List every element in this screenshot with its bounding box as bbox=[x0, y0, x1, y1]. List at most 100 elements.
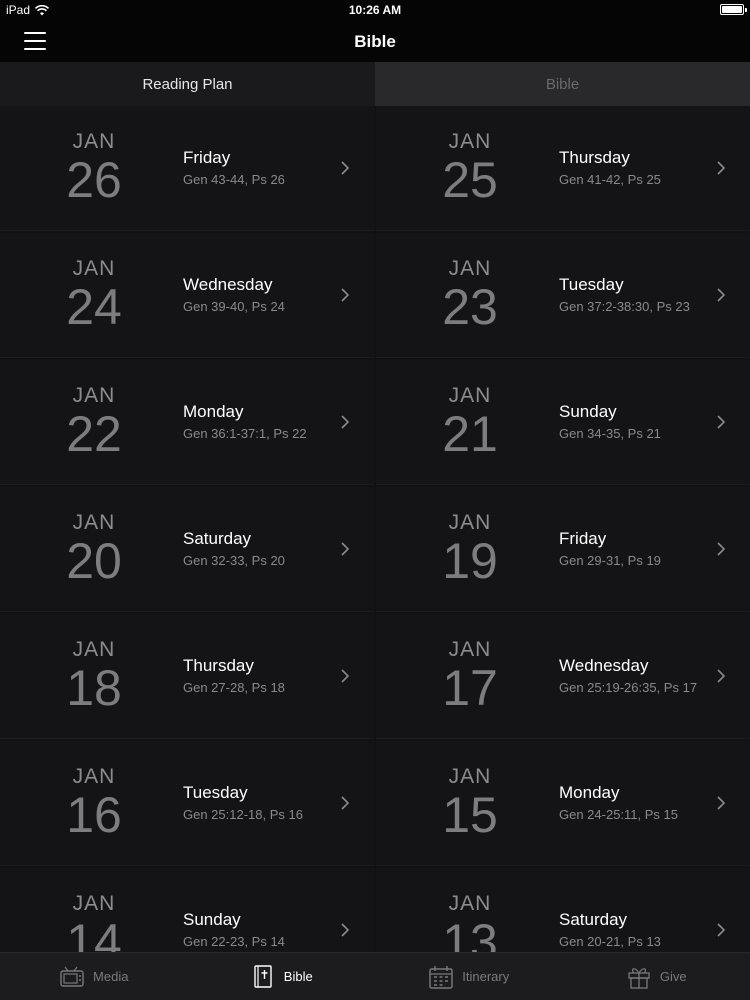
reading-passages: Gen 36:1-37:1, Ps 22 bbox=[183, 426, 307, 441]
reading-date: JAN 24 bbox=[44, 257, 144, 335]
tab-bible-nav[interactable]: Bible bbox=[188, 953, 376, 1000]
tab-bible-label: Bible bbox=[283, 969, 313, 984]
reading-day: 17 bbox=[442, 660, 498, 716]
reading-day: 20 bbox=[66, 533, 122, 589]
chevron-right-icon bbox=[714, 796, 728, 810]
chevron-right-icon bbox=[714, 161, 728, 175]
chevron-right-icon bbox=[338, 288, 352, 302]
chevron-right-icon bbox=[714, 669, 728, 683]
reading-plan-list: JAN 26 Friday Gen 43-44, Ps 26 JAN 25 Thursday… bbox=[0, 106, 750, 952]
page-title: Bible bbox=[354, 32, 396, 51]
reading-info: Monday Gen 36:1-37:1, Ps 22 bbox=[183, 360, 333, 484]
reading-day: 24 bbox=[66, 279, 122, 335]
navigation-bar: Bible bbox=[0, 20, 750, 62]
tab-give[interactable]: Give bbox=[563, 953, 750, 1000]
reading-weekday: Thursday bbox=[559, 148, 630, 167]
tab-bible[interactable]: Bible bbox=[375, 62, 750, 106]
reading-passages: Gen 29-31, Ps 19 bbox=[559, 553, 661, 568]
reading-weekday: Monday bbox=[559, 783, 620, 802]
reading-month: JAN bbox=[448, 638, 492, 661]
reading-weekday: Saturday bbox=[183, 529, 252, 548]
reading-cell[interactable]: JAN 20 Saturday Gen 32-33, Ps 20 bbox=[0, 487, 374, 612]
reading-date: JAN 20 bbox=[44, 511, 144, 589]
reading-passages: Gen 27-28, Ps 18 bbox=[183, 680, 285, 695]
reading-passages: Gen 25:19-26:35, Ps 17 bbox=[559, 680, 698, 695]
reading-date: JAN 16 bbox=[44, 765, 144, 843]
reading-passages: Gen 39-40, Ps 24 bbox=[183, 299, 285, 314]
reading-info: Friday Gen 29-31, Ps 19 bbox=[559, 487, 709, 611]
reading-cell[interactable]: JAN 21 Sunday Gen 34-35, Ps 21 bbox=[376, 360, 750, 485]
reading-info: Wednesday Gen 25:19-26:35, Ps 17 bbox=[559, 614, 709, 738]
reading-cell[interactable]: JAN 22 Monday Gen 36:1-37:1, Ps 22 bbox=[0, 360, 374, 485]
reading-weekday: Wednesday bbox=[183, 275, 273, 294]
reading-month: JAN bbox=[448, 511, 492, 534]
reading-cell[interactable]: JAN 14 Sunday Gen 22-23, Ps 14 bbox=[0, 868, 374, 952]
reading-cell[interactable]: JAN 25 Thursday Gen 41-42, Ps 25 bbox=[376, 106, 750, 231]
reading-month: JAN bbox=[448, 130, 492, 153]
reading-date: JAN 17 bbox=[420, 638, 520, 716]
chevron-right-icon bbox=[714, 415, 728, 429]
reading-month: JAN bbox=[72, 765, 116, 788]
reading-passages: Gen 37:2-38:30, Ps 23 bbox=[559, 299, 690, 314]
reading-passages: Gen 22-23, Ps 14 bbox=[183, 934, 285, 949]
reading-cell[interactable]: JAN 13 Saturday Gen 20-21, Ps 13 bbox=[376, 868, 750, 952]
reading-day: 16 bbox=[66, 787, 122, 843]
reading-info: Thursday Gen 27-28, Ps 18 bbox=[183, 614, 333, 738]
tab-itinerary[interactable]: Itinerary bbox=[375, 953, 563, 1000]
reading-date: JAN 18 bbox=[44, 638, 144, 713]
chevron-right-icon bbox=[338, 669, 352, 683]
tab-media[interactable]: Media bbox=[0, 953, 188, 1000]
reading-cell[interactable]: JAN 19 Friday Gen 29-31, Ps 19 bbox=[376, 487, 750, 612]
reading-info: Saturday Gen 20-21, Ps 13 bbox=[559, 868, 709, 952]
reading-weekday: Sunday bbox=[559, 402, 617, 421]
reading-cell[interactable]: JAN 17 Wednesday Gen 25:19-26:35, Ps 17 bbox=[376, 614, 750, 739]
battery-icon bbox=[720, 4, 747, 15]
reading-day: 23 bbox=[442, 279, 498, 335]
reading-info: Monday Gen 24-25:11, Ps 15 bbox=[559, 741, 709, 865]
reading-weekday: Sunday bbox=[183, 910, 241, 929]
reading-info: Wednesday Gen 39-40, Ps 24 bbox=[183, 233, 333, 357]
chevron-right-icon bbox=[714, 288, 728, 302]
reading-info: Sunday Gen 34-35, Ps 21 bbox=[559, 360, 709, 484]
chevron-right-icon bbox=[714, 923, 728, 937]
reading-weekday: Monday bbox=[183, 402, 244, 421]
reading-date: JAN 13 bbox=[420, 892, 520, 952]
chevron-right-icon bbox=[714, 542, 728, 556]
reading-passages: Gen 20-21, Ps 13 bbox=[559, 934, 661, 949]
status-bar: iPad 10:26 AM bbox=[0, 0, 750, 20]
reading-cell[interactable]: JAN 18 Thursday Gen 27-28, Ps 18 bbox=[0, 614, 374, 739]
reading-passages: Gen 34-35, Ps 21 bbox=[559, 426, 661, 441]
reading-cell[interactable]: JAN 26 Friday Gen 43-44, Ps 26 bbox=[0, 106, 374, 231]
reading-month: JAN bbox=[448, 765, 492, 788]
reading-weekday: Saturday bbox=[559, 910, 628, 929]
reading-month: JAN bbox=[72, 384, 116, 407]
reading-month: JAN bbox=[448, 257, 492, 280]
calendar-icon bbox=[429, 965, 453, 989]
reading-weekday: Thursday bbox=[183, 656, 254, 675]
reading-day: 21 bbox=[442, 406, 498, 462]
reading-day: 15 bbox=[442, 787, 498, 843]
reading-date: JAN 19 bbox=[420, 511, 520, 589]
reading-cell[interactable]: JAN 23 Tuesday Gen 37:2-38:30, Ps 23 bbox=[376, 233, 750, 358]
reading-weekday: Friday bbox=[183, 148, 231, 167]
reading-passages: Gen 24-25:11, Ps 15 bbox=[559, 807, 679, 822]
reading-month: JAN bbox=[72, 257, 116, 280]
reading-cell[interactable]: JAN 16 Tuesday Gen 25:12-18, Ps 16 bbox=[0, 741, 374, 866]
reading-month: JAN bbox=[448, 384, 492, 407]
tab-bar: Media Bible Itinerary Give bbox=[0, 952, 750, 1000]
reading-passages: Gen 25:12-18, Ps 16 bbox=[183, 807, 303, 822]
reading-day: 26 bbox=[66, 152, 122, 208]
bible-icon bbox=[254, 964, 272, 988]
reading-cell[interactable]: JAN 24 Wednesday Gen 39-40, Ps 24 bbox=[0, 233, 374, 358]
reading-cell[interactable]: JAN 15 Monday Gen 24-25:11, Ps 15 bbox=[376, 741, 750, 866]
tab-reading-plan[interactable]: Reading Plan bbox=[0, 62, 375, 106]
reading-info: Saturday Gen 32-33, Ps 20 bbox=[183, 487, 333, 611]
chevron-right-icon bbox=[338, 542, 352, 556]
tab-give-label: Give bbox=[659, 969, 687, 984]
chevron-right-icon bbox=[338, 796, 352, 810]
tab-itinerary-label: Itinerary bbox=[462, 969, 510, 984]
reading-weekday: Tuesday bbox=[183, 783, 248, 802]
reading-day: 19 bbox=[442, 533, 498, 589]
chevron-right-icon bbox=[338, 923, 352, 937]
tv-icon bbox=[60, 966, 84, 987]
